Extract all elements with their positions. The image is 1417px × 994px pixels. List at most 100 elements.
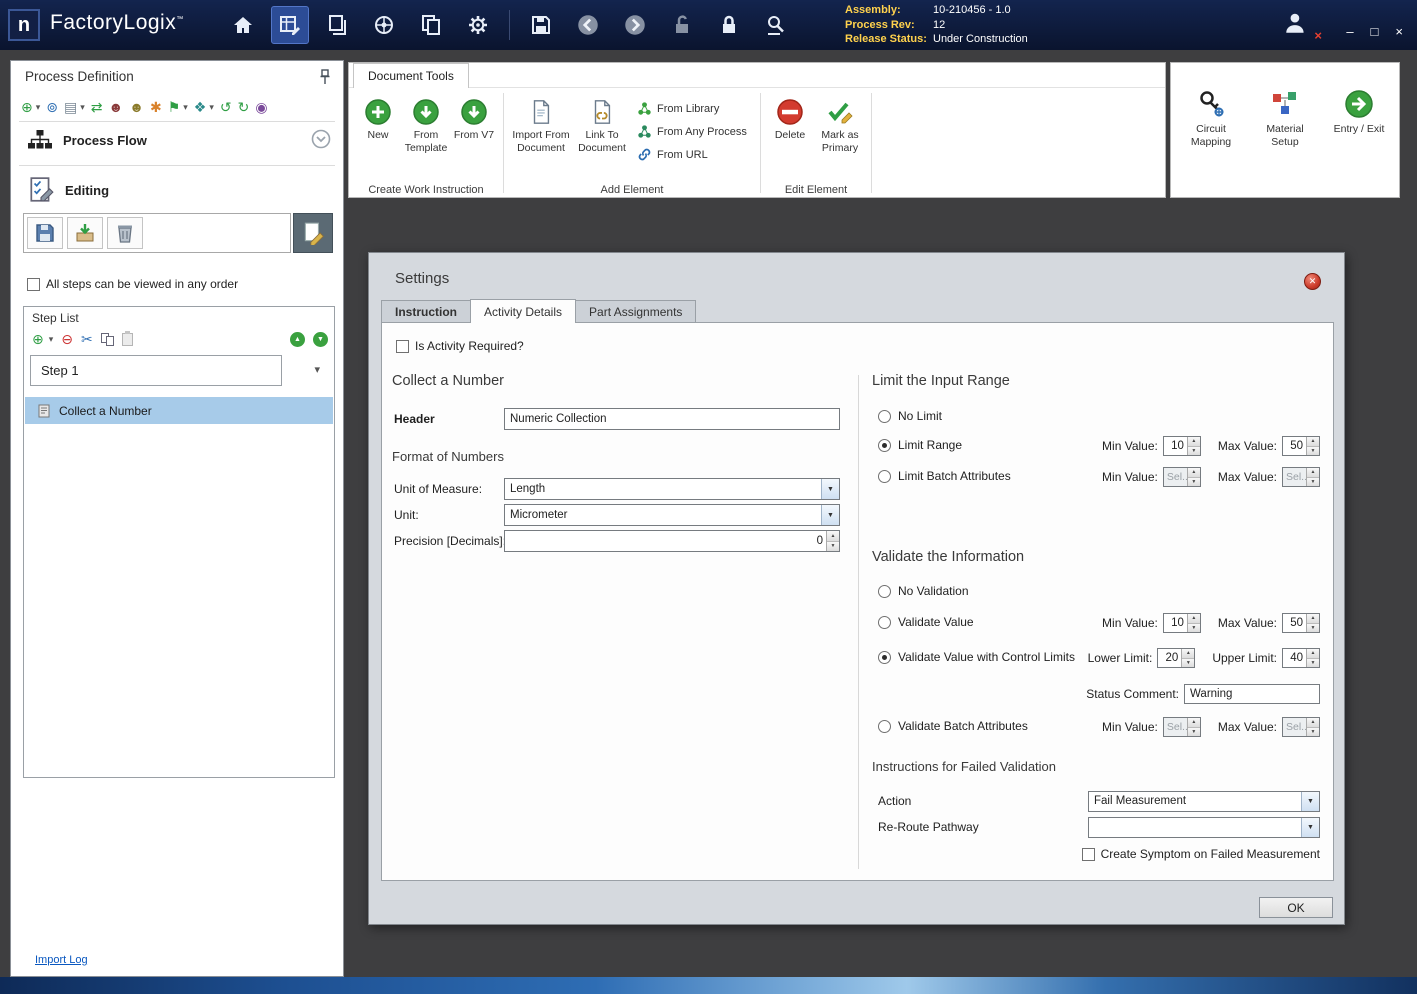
limit-batch-attributes-radio[interactable]: Limit Batch Attributes [878, 467, 1011, 485]
tracking-icon[interactable] [365, 6, 403, 44]
material-setup-button[interactable]: Material Setup [1252, 89, 1318, 175]
validate-control-limits-radio[interactable]: Validate Value with Control Limits [878, 648, 1075, 666]
dropdown-arrow-icon[interactable] [821, 505, 839, 525]
tab-part-assignments[interactable]: Part Assignments [575, 300, 696, 323]
record-icon[interactable]: ◉ [255, 100, 267, 114]
forward-icon[interactable] [616, 6, 654, 44]
validate-value-min-spinner[interactable]: 10 [1163, 613, 1201, 633]
user-export-icon[interactable]: ☻ [109, 100, 124, 114]
ok-button[interactable]: OK [1259, 897, 1333, 918]
home-icon[interactable] [224, 6, 262, 44]
add-step-caret-icon[interactable]: ▾ [49, 335, 54, 344]
spinner-down-icon[interactable] [1188, 446, 1200, 456]
production-icon[interactable] [318, 6, 356, 44]
checkbox-box-icon[interactable] [396, 340, 409, 353]
dropdown-arrow-icon[interactable] [821, 479, 839, 499]
spinner-down-icon[interactable] [1182, 658, 1194, 668]
settings-gear-icon[interactable] [459, 6, 497, 44]
lower-limit-spinner[interactable]: 20 [1157, 648, 1195, 668]
delete-element-button[interactable]: Delete [766, 93, 814, 181]
no-validation-radio[interactable]: No Validation [878, 582, 969, 600]
collapse-circle-icon[interactable] [311, 129, 331, 149]
step-selector-chevron-icon[interactable]: ▾ [314, 363, 320, 376]
reroute-pathway-select[interactable] [1088, 817, 1320, 838]
limit-range-radio[interactable]: Limit Range [878, 436, 962, 454]
create-symptom-checkbox[interactable]: Create Symptom on Failed Measurement [1082, 847, 1320, 861]
redo-icon[interactable]: ↻ [238, 100, 250, 114]
paste-icon[interactable] [122, 333, 133, 346]
flag-caret-icon[interactable]: ▾ [183, 103, 188, 112]
spinner-down-icon[interactable] [1307, 658, 1319, 668]
spinner-up-icon[interactable] [1188, 437, 1200, 446]
tab-document-tools[interactable]: Document Tools [353, 63, 469, 88]
wizard-icon[interactable]: ✱ [150, 100, 162, 114]
minimize-button[interactable]: – [1346, 25, 1353, 38]
circuit-mapping-button[interactable]: Circuit Mapping [1178, 89, 1244, 175]
flag-icon[interactable]: ⚑ [168, 100, 181, 114]
import-from-document-button[interactable]: Import From Document [509, 93, 573, 181]
user-icon[interactable]: × [1283, 10, 1319, 42]
step-selector[interactable]: Step 1 [30, 355, 282, 386]
print-caret-icon[interactable]: ▾ [80, 103, 85, 112]
checkbox-box-icon[interactable] [27, 278, 40, 291]
dialog-close-icon[interactable]: ✕ [1304, 273, 1321, 290]
pin-icon[interactable] [319, 69, 331, 85]
unit-of-measure-select[interactable]: Length [504, 478, 840, 500]
documents-icon[interactable] [412, 6, 450, 44]
from-template-button[interactable]: From Template [402, 93, 450, 181]
tab-activity-details[interactable]: Activity Details [470, 299, 576, 323]
spinner-down-icon[interactable] [1188, 623, 1200, 633]
move-step-down-icon[interactable]: ▼ [313, 332, 328, 347]
spinner-up-icon[interactable] [1182, 649, 1194, 658]
import-step-button[interactable] [67, 217, 103, 249]
edit-instruction-button[interactable] [293, 213, 333, 253]
save-step-button[interactable] [27, 217, 63, 249]
no-limit-radio[interactable]: No Limit [878, 407, 942, 425]
header-input[interactable] [504, 408, 840, 430]
close-button[interactable]: × [1395, 25, 1403, 38]
process-flow-header[interactable]: Process Flow [27, 125, 147, 155]
user-import-icon[interactable]: ☻ [129, 100, 144, 114]
action-select[interactable]: Fail Measurement [1088, 791, 1320, 812]
spinner-up-icon[interactable] [1307, 649, 1319, 658]
spinner-down-icon[interactable] [1307, 446, 1319, 456]
lock-icon[interactable] [710, 6, 748, 44]
transfer-icon[interactable]: ⇄ [91, 100, 103, 114]
link-to-document-button[interactable]: Link To Document [573, 93, 631, 181]
add-icon[interactable]: ⊕ [21, 100, 33, 114]
spinner-up-icon[interactable] [1188, 614, 1200, 623]
cut-icon[interactable]: ✂ [81, 332, 93, 346]
checkbox-box-icon[interactable] [1082, 848, 1095, 861]
spinner-down-icon[interactable] [1307, 623, 1319, 633]
undo-icon[interactable]: ↺ [220, 100, 232, 114]
dropdown-arrow-icon[interactable] [1301, 792, 1319, 811]
validate-batch-attributes-radio[interactable]: Validate Batch Attributes [878, 717, 1028, 735]
validate-value-max-spinner[interactable]: 50 [1282, 613, 1320, 633]
is-activity-required-checkbox[interactable]: Is Activity Required? [396, 339, 524, 353]
maximize-button[interactable]: □ [1371, 25, 1379, 38]
all-steps-any-order-checkbox[interactable]: All steps can be viewed in any order [27, 277, 238, 291]
upper-limit-spinner[interactable]: 40 [1282, 648, 1320, 668]
from-v7-button[interactable]: From V7 [450, 93, 498, 181]
dropdown-arrow-icon[interactable] [1301, 818, 1319, 837]
remove-step-icon[interactable]: ⊖ [61, 332, 73, 346]
analyze-icon[interactable] [757, 6, 795, 44]
globe-icon[interactable]: ⊚ [46, 100, 58, 114]
process-definition-icon[interactable] [271, 6, 309, 44]
tree-caret-icon[interactable]: ▾ [209, 103, 214, 112]
move-step-up-icon[interactable]: ▲ [290, 332, 305, 347]
spinner-up-icon[interactable] [827, 531, 839, 541]
add-step-icon[interactable]: ⊕ [32, 332, 44, 346]
back-icon[interactable] [569, 6, 607, 44]
mark-as-primary-button[interactable]: Mark as Primary [814, 93, 866, 181]
step-list-item-selected[interactable]: Collect a Number [25, 397, 333, 424]
tab-instruction[interactable]: Instruction [381, 300, 471, 323]
entry-exit-button[interactable]: Entry / Exit [1326, 89, 1392, 175]
from-url-button[interactable]: From URL [637, 147, 751, 162]
validate-value-radio[interactable]: Validate Value [878, 613, 974, 631]
import-log-link[interactable]: Import Log [35, 954, 88, 966]
from-library-button[interactable]: From Library [637, 101, 751, 116]
unlock-icon[interactable] [663, 6, 701, 44]
limit-range-max-spinner[interactable]: 50 [1282, 436, 1320, 456]
print-icon[interactable]: ▤ [64, 100, 77, 114]
